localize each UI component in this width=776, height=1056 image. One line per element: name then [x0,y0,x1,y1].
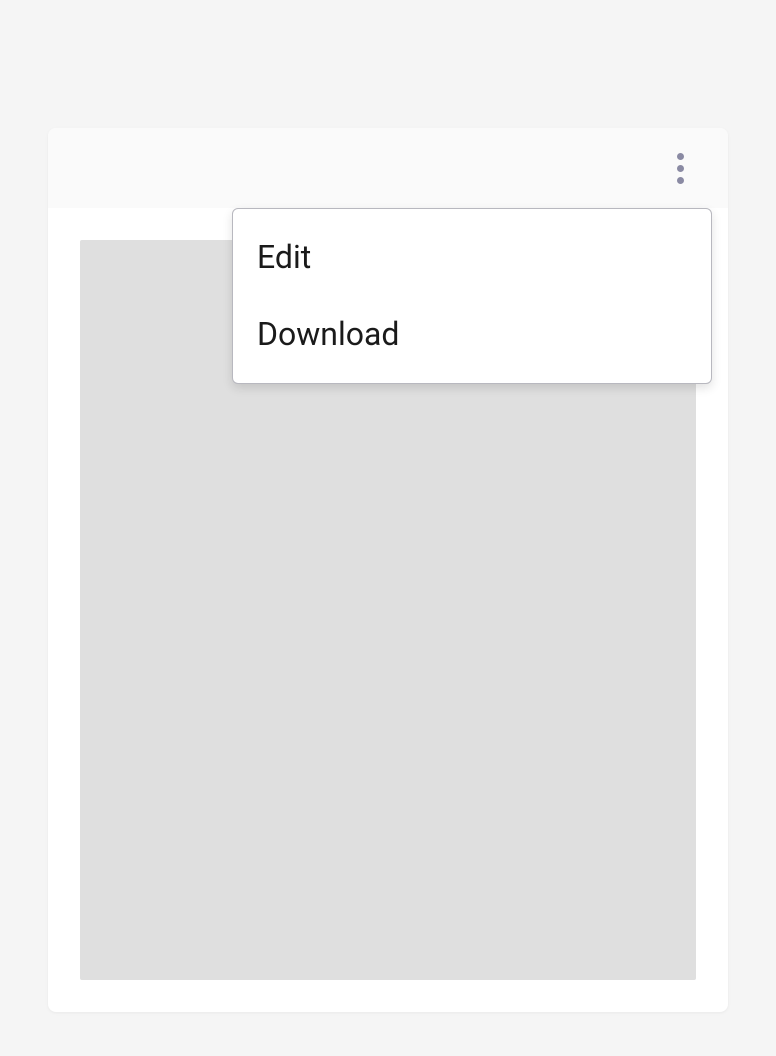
more-vertical-icon [677,153,684,184]
menu-item-edit[interactable]: Edit [233,219,711,296]
dropdown-menu: Edit Download [232,208,712,384]
menu-item-download[interactable]: Download [233,296,711,373]
card-header [48,128,728,208]
more-options-button[interactable] [660,148,700,188]
